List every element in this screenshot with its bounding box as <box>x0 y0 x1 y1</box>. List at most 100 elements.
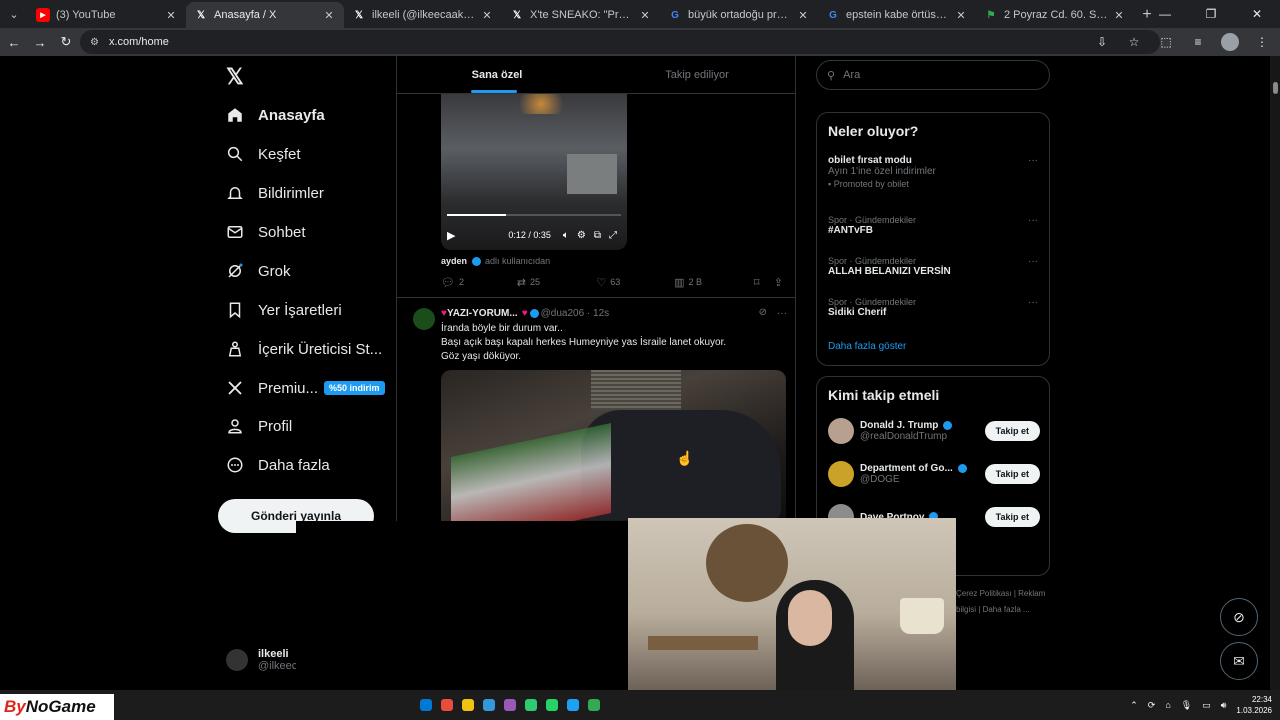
follow-suggestion[interactable]: Department of Go... @DOGE Takip et <box>828 458 1040 490</box>
settings-icon[interactable]: ⚙ <box>577 230 586 241</box>
show-more-link[interactable]: Daha fazla göster <box>828 341 906 352</box>
avatar[interactable] <box>413 308 435 330</box>
grok-icon[interactable]: ⊘ <box>759 307 767 318</box>
browser-tab[interactable]: Gbüyük ortadoğu projesi haritası✕ <box>660 2 818 28</box>
mic-icon[interactable]: 🎙︎ <box>1181 700 1192 711</box>
trend-item[interactable]: Spor · Gündemdekiler Sidiki Cherif ··· <box>828 297 1038 318</box>
more-options-icon[interactable]: ··· <box>1028 155 1038 166</box>
nav-item-x-premium[interactable]: Premiu... %50 indirim <box>226 369 385 407</box>
reading-list-icon[interactable]: ≡ <box>1186 30 1210 54</box>
close-tab-icon[interactable]: ✕ <box>480 9 494 22</box>
share-button[interactable]: ⇪ <box>774 276 787 289</box>
more-options-icon[interactable]: ··· <box>1028 297 1038 308</box>
follow-suggestion[interactable]: Donald J. Trump @realDonaldTrump Takip e… <box>828 415 1040 447</box>
reply-button[interactable]: 💬︎ 2 <box>441 276 517 289</box>
browser-tab[interactable]: ▶ (3) YouTube ✕ <box>28 2 186 28</box>
nav-item-grok[interactable]: Grok <box>226 252 291 290</box>
taskbar-app-icon[interactable] <box>546 699 558 711</box>
install-app-icon[interactable]: ⇩ <box>1090 30 1114 54</box>
nav-item-creator[interactable]: İçerik Üreticisi St... <box>226 330 382 368</box>
browser-tab[interactable]: 𝕏ilkeeli (@ilkeecaakir) / X✕ <box>344 2 502 28</box>
nav-item-bell[interactable]: Bildirimler <box>226 174 324 212</box>
tweet-media[interactable] <box>441 370 786 530</box>
volume-icon[interactable]: 🔊︎ <box>1221 700 1227 711</box>
nav-item-bookmark[interactable]: Yer İşaretleri <box>226 291 342 329</box>
video-player[interactable]: ▶ 0:12 / 0:35 🔈︎ ⚙ ⧉ ⤢ <box>441 94 627 250</box>
browser-tab[interactable]: Gepstein kabe örtüsünü kim sattı✕ <box>818 2 976 28</box>
grok-fab-button[interactable]: ⊘ <box>1220 598 1258 636</box>
messages-fab-button[interactable]: ✉ <box>1220 642 1258 680</box>
close-tab-icon[interactable]: ✕ <box>638 9 652 22</box>
nav-item-home[interactable]: Anasayfa <box>226 96 325 134</box>
back-button[interactable]: ← <box>2 30 26 54</box>
extensions-icon[interactable]: ⬚ <box>1154 30 1178 54</box>
trend-item[interactable]: Spor · Gündemdekiler ALLAH BELANIZI VERS… <box>828 256 1038 277</box>
taskbar-app-icon[interactable] <box>441 699 453 711</box>
profile-avatar[interactable] <box>1218 30 1242 54</box>
volume-icon[interactable]: 🔈︎ <box>563 230 569 241</box>
forward-button[interactable]: → <box>28 30 52 54</box>
browser-menu-icon[interactable]: ⋮ <box>1250 30 1274 54</box>
tweet-handle-time[interactable]: @dua206 · 12s <box>541 308 610 319</box>
nav-item-person[interactable]: Profil <box>226 407 292 445</box>
verified-icon <box>943 420 953 430</box>
tab-following[interactable]: Takip ediliyor <box>597 56 795 93</box>
site-info-icon[interactable]: ⚙ <box>90 37 99 48</box>
follow-button[interactable]: Takip et <box>984 421 1040 441</box>
taskbar-app-icon[interactable] <box>483 699 495 711</box>
close-tab-icon[interactable]: ✕ <box>1112 9 1126 22</box>
more-options-icon[interactable]: ··· <box>1028 256 1038 267</box>
trends-box: Neler oluyor? obilet fırsat modu Ayın 1'… <box>816 112 1050 366</box>
taskbar-app-icon[interactable] <box>567 699 579 711</box>
video-progress-bar[interactable] <box>447 214 621 216</box>
taskbar-app-icon[interactable] <box>525 699 537 711</box>
follow-button[interactable]: Takip et <box>984 507 1040 527</box>
trend-item[interactable]: obilet fırsat modu Ayın 1'ine özel indir… <box>828 155 1038 189</box>
nav-item-search[interactable]: Keşfet <box>226 135 301 173</box>
bookmark-button[interactable]: ⌑ <box>754 276 774 289</box>
nav-item-mail[interactable]: Sohbet <box>226 213 306 251</box>
close-tab-icon[interactable]: ✕ <box>322 9 336 22</box>
close-tab-icon[interactable]: ✕ <box>954 9 968 22</box>
fullscreen-icon[interactable]: ⤢ <box>609 230 617 241</box>
taskbar-app-icon[interactable] <box>420 699 432 711</box>
more-options-icon[interactable]: ··· <box>777 308 787 319</box>
close-window-button[interactable]: ✕ <box>1234 0 1280 28</box>
address-bar[interactable]: ⚙ x.com/home <box>80 30 1160 54</box>
quote-author[interactable]: ayden adlı kullanıcıdan <box>441 256 550 267</box>
taskbar-app-icon[interactable] <box>588 699 600 711</box>
page-scrollbar[interactable] <box>1270 56 1280 690</box>
network-icon[interactable]: ⌂ <box>1165 700 1170 710</box>
play-icon[interactable]: ▶ <box>447 229 455 242</box>
tab-search-button[interactable]: ⌄ <box>0 0 28 28</box>
nav-item-more[interactable]: Daha fazla <box>226 446 330 484</box>
follow-button[interactable]: Takip et <box>984 464 1040 484</box>
browser-tab[interactable]: 𝕏 Anasayfa / X ✕ <box>186 2 344 28</box>
taskbar-app-icon[interactable] <box>462 699 474 711</box>
clock[interactable]: 22:34 1.03.2026 <box>1236 694 1272 716</box>
repost-button[interactable]: ⇄ 25 <box>517 276 597 289</box>
pip-icon[interactable]: ⧉ <box>594 230 601 241</box>
x-logo-icon[interactable]: 𝕏 <box>226 64 252 90</box>
avatar[interactable] <box>828 418 854 444</box>
sync-icon[interactable]: ⟳ <box>1148 700 1156 711</box>
restore-button[interactable]: ❐ <box>1188 0 1234 28</box>
bookmark-star-icon[interactable]: ☆ <box>1122 30 1146 54</box>
tab-for-you[interactable]: Sana özel <box>397 56 597 93</box>
reload-button[interactable]: ↻ <box>54 30 78 54</box>
avatar[interactable] <box>828 461 854 487</box>
minimize-button[interactable]: — <box>1142 0 1188 28</box>
search-input[interactable]: ⚲ Ara <box>816 60 1050 90</box>
like-button[interactable]: ♡ 63 <box>596 276 674 289</box>
tweet-author-name[interactable]: YAZI-YORUM... <box>447 308 518 319</box>
trend-item[interactable]: Spor · Gündemdekiler #ANTvFB ··· <box>828 215 1038 236</box>
close-tab-icon[interactable]: ✕ <box>796 9 810 22</box>
close-tab-icon[interactable]: ✕ <box>164 9 178 22</box>
browser-tab[interactable]: 𝕏X'te SNEAKO: "Protect Turkey at...✕ <box>502 2 660 28</box>
tray-overflow-icon[interactable]: ⌃ <box>1130 700 1138 711</box>
views-button[interactable]: ▥ 2 B <box>674 276 754 289</box>
taskbar-app-icon[interactable] <box>504 699 516 711</box>
display-icon[interactable]: ▭ <box>1202 700 1211 711</box>
more-options-icon[interactable]: ··· <box>1028 215 1038 226</box>
browser-tab[interactable]: ⚑2 Poyraz Cd. 60. Sk. - Google Haritalar… <box>976 2 1134 28</box>
